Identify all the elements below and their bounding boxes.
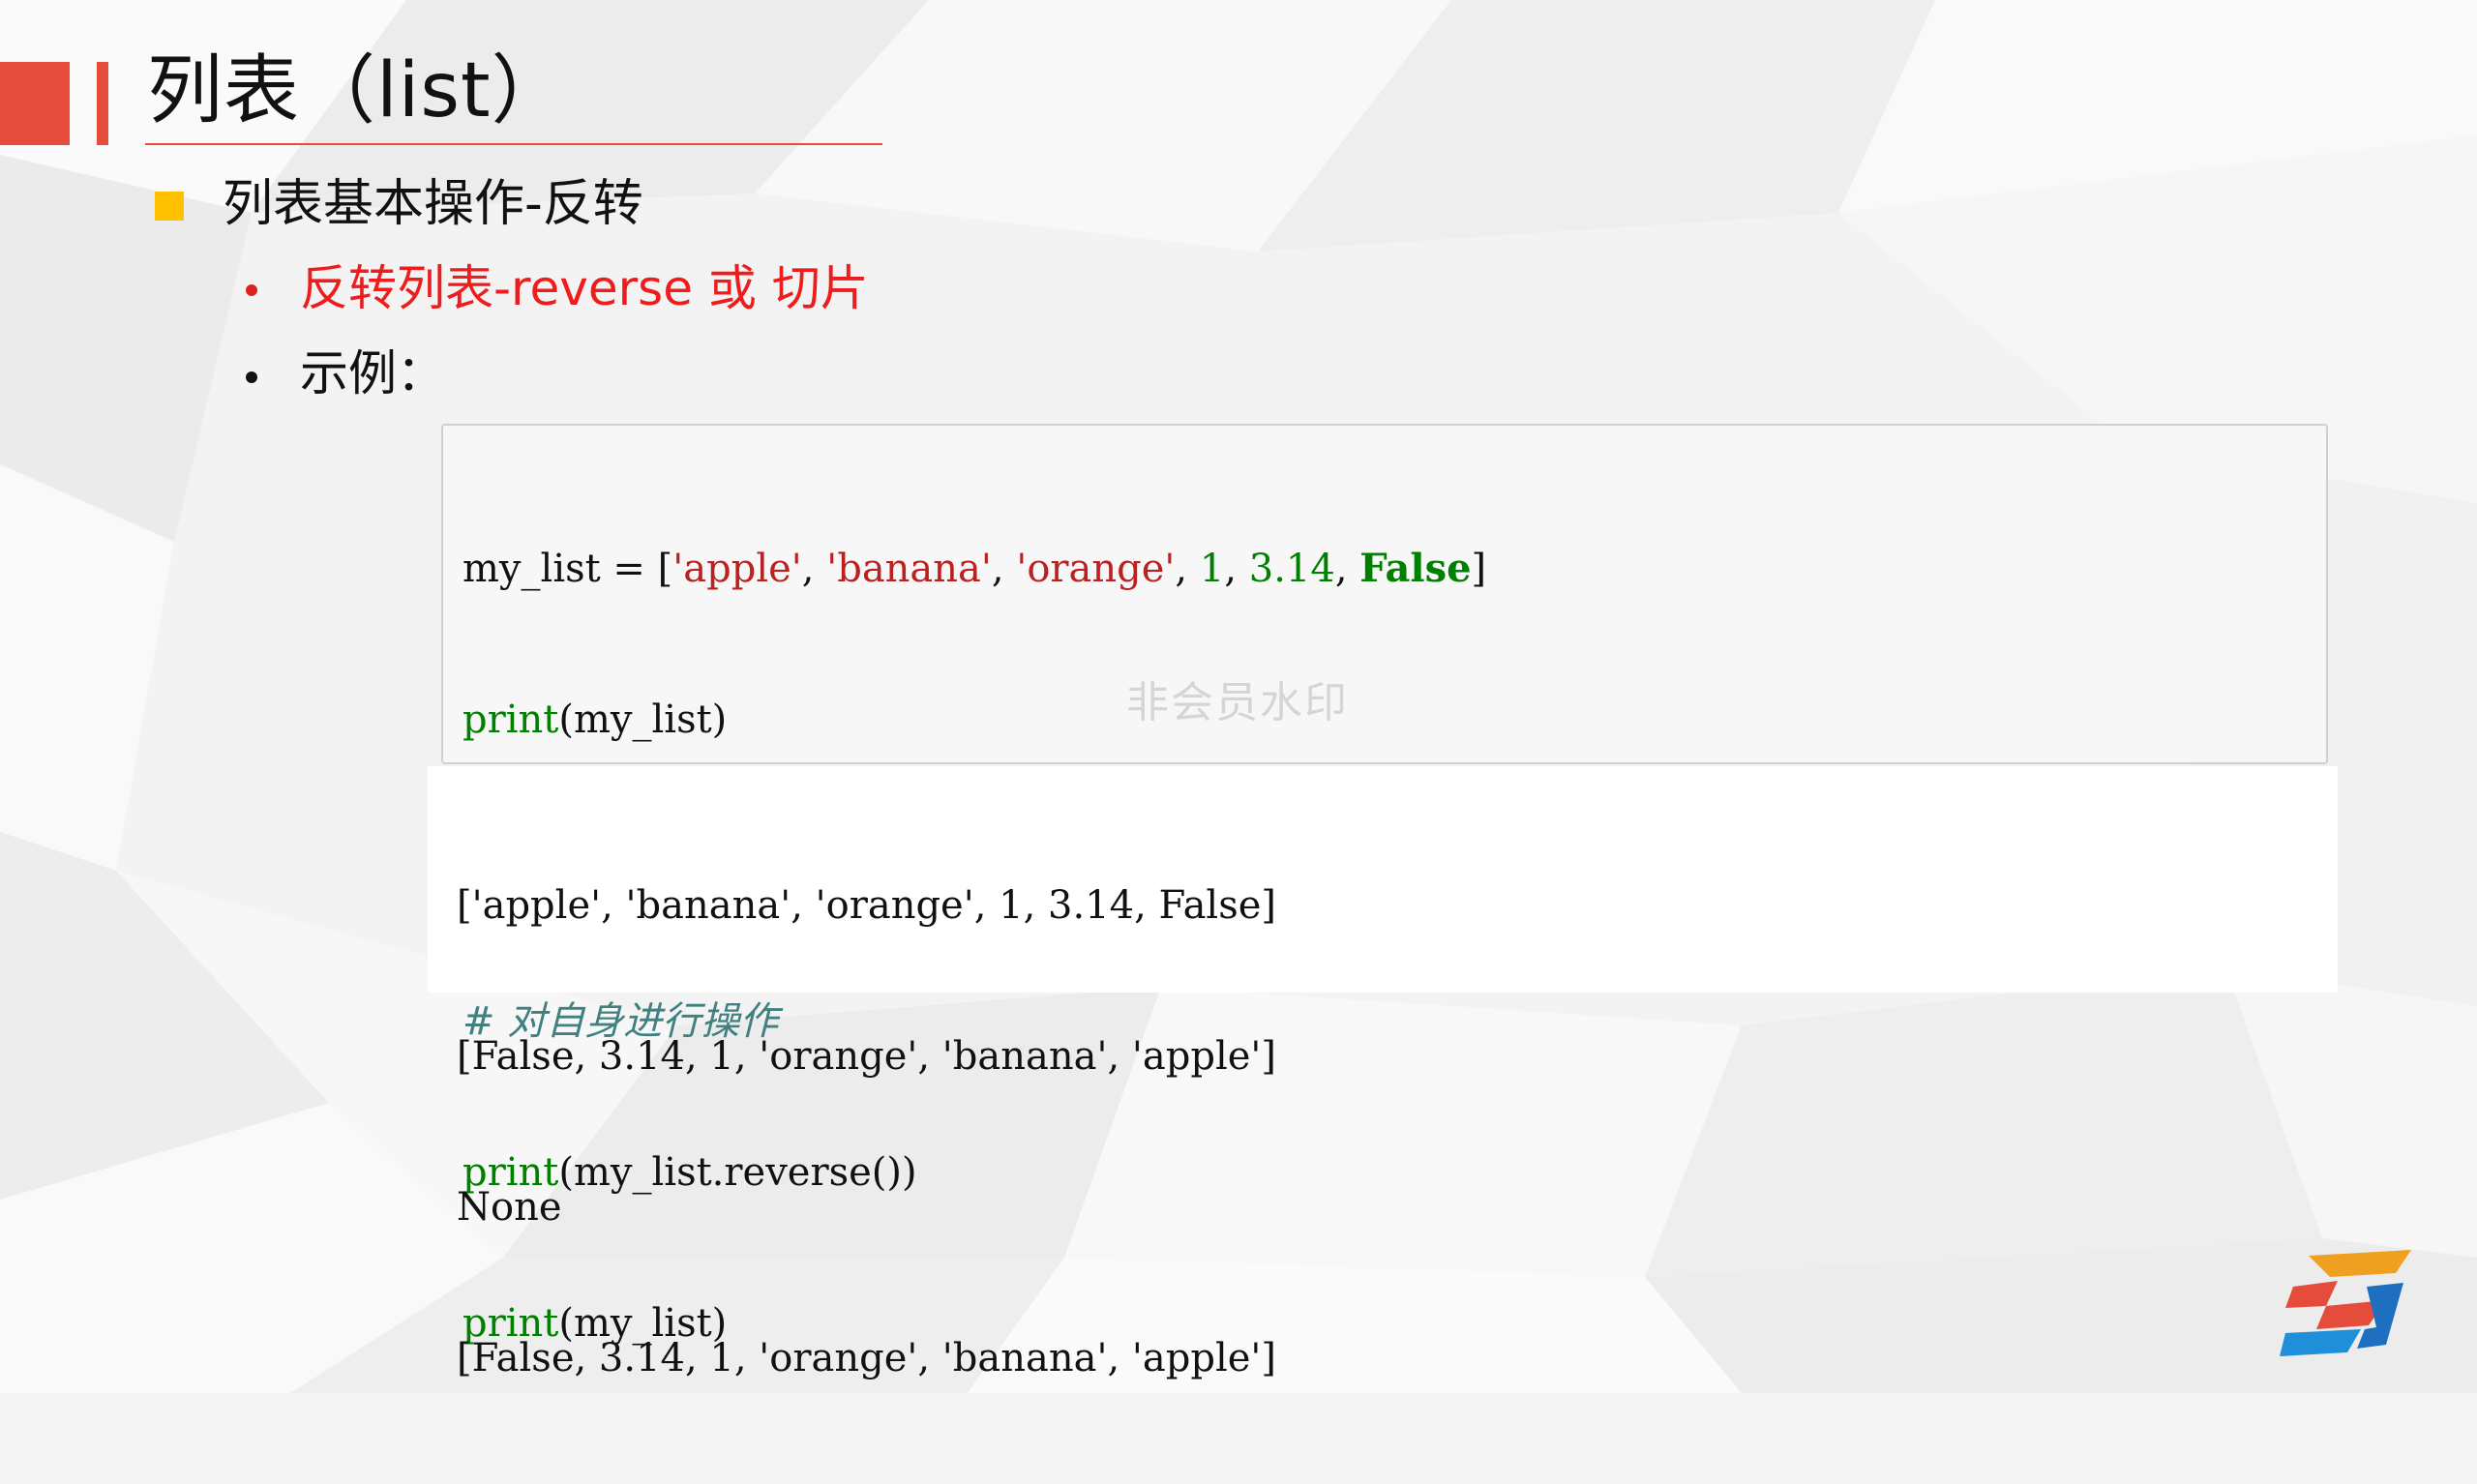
- bullet-example-label: 示例：: [300, 345, 445, 401]
- code-token: 'apple': [672, 547, 802, 591]
- code-token: 'banana': [826, 547, 992, 591]
- code-token: ,: [801, 547, 827, 591]
- bullet-dot-icon: [246, 371, 257, 383]
- output-line: [False, 3.14, 1, 'orange', 'banana', 'ap…: [457, 1034, 1277, 1079]
- title-underline: [145, 143, 882, 145]
- title-accent-stripe: [97, 62, 108, 145]
- code-token: ,: [1224, 547, 1249, 591]
- code-token: ,: [1334, 547, 1360, 591]
- slide-title: 列表（list）: [147, 47, 568, 134]
- code-token: 'orange': [1016, 547, 1176, 591]
- code-token: (my_list): [558, 697, 728, 742]
- output-block: ['apple', 'banana', 'orange', 1, 3.14, F…: [457, 780, 1276, 1484]
- code-token: 1: [1199, 547, 1225, 591]
- code-token: print: [463, 697, 559, 742]
- code-token: 3.14: [1248, 547, 1335, 591]
- section-heading: 列表基本操作-反转: [223, 175, 643, 233]
- sj-logo-icon: [2280, 1250, 2411, 1356]
- output-line: None: [457, 1185, 562, 1230]
- watermark: 非会员水印: [1126, 678, 1349, 727]
- output-line: ['apple', 'banana', 'orange', 1, 3.14, F…: [457, 883, 1277, 928]
- output-line: [False, 3.14, 1, 'orange', 'banana', 'ap…: [457, 1336, 1277, 1380]
- output-cell: ['apple', 'banana', 'orange', 1, 3.14, F…: [428, 766, 2338, 1380]
- code-token: ]: [1471, 547, 1487, 591]
- title-accent-block: [0, 62, 70, 145]
- code-line: my_list = ['apple', 'banana', 'orange', …: [463, 544, 1486, 594]
- code-token: my_list = [: [463, 547, 673, 591]
- code-cell[interactable]: my_list = ['apple', 'banana', 'orange', …: [441, 424, 2328, 1346]
- code-token: ,: [1175, 547, 1200, 591]
- bullet-dot-icon: [246, 284, 257, 296]
- bullet-reverse-methods: 反转列表-reverse 或 切片: [300, 260, 869, 316]
- code-token: ,: [991, 547, 1017, 591]
- code-token: False: [1359, 546, 1472, 591]
- square-bullet-icon: [155, 192, 184, 221]
